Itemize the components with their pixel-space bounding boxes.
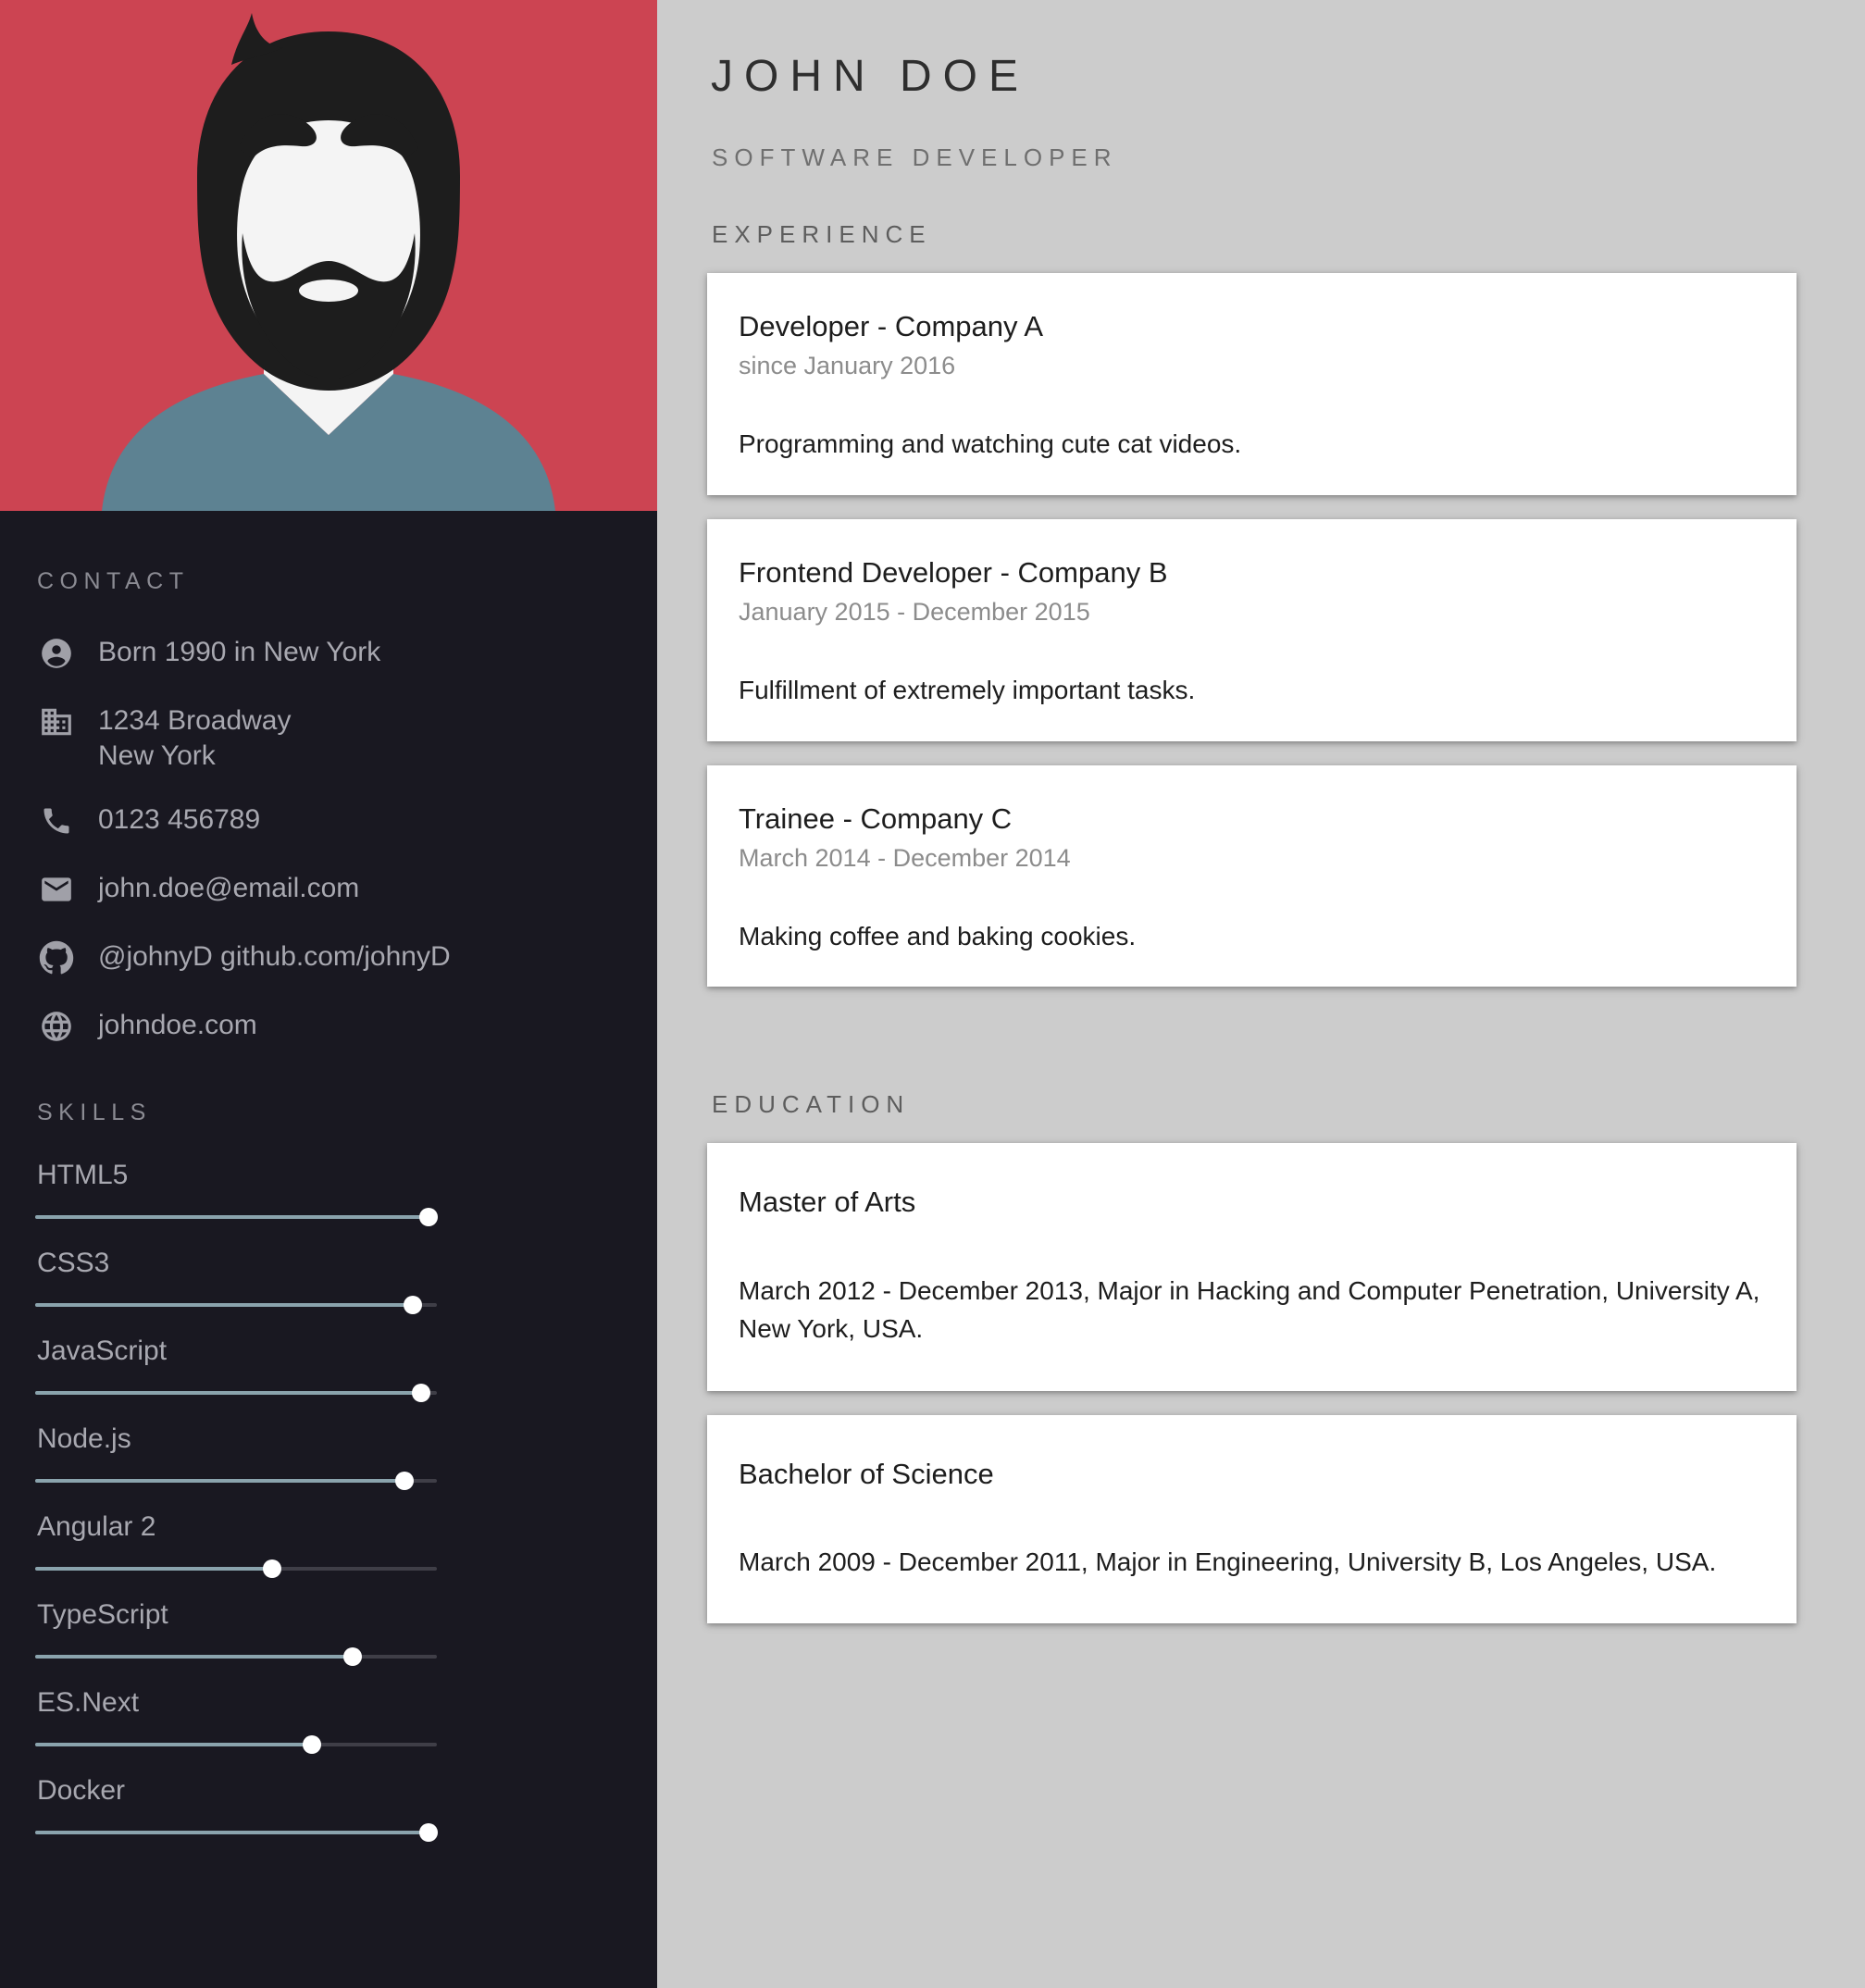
- skills-list: HTML5 CSS3 JavaScript Node.js Angular 2 …: [35, 1160, 622, 1843]
- contact-item-label: johndoe.com: [98, 1010, 257, 1041]
- skill-slider[interactable]: [35, 1207, 439, 1227]
- slider-thumb[interactable]: [263, 1559, 282, 1579]
- experience-title: Developer - Company A: [739, 310, 1044, 342]
- slider-thumb[interactable]: [419, 1823, 439, 1843]
- contact-item-github: @johnyD github.com/johnyD: [35, 937, 622, 979]
- slider-fill: [35, 1831, 429, 1835]
- page-title: JOHN DOE: [711, 52, 1030, 101]
- slider-fill: [35, 1743, 313, 1747]
- skill-slider[interactable]: [35, 1734, 437, 1755]
- contact-item-label: john.doe@email.com: [98, 873, 360, 904]
- contact-item-label: @johnyD github.com/johnyD: [98, 941, 451, 973]
- slider-thumb[interactable]: [403, 1296, 422, 1315]
- contact-section-label: CONTACT: [37, 568, 190, 594]
- email-icon: [35, 868, 78, 911]
- skill-slider[interactable]: [35, 1559, 437, 1579]
- sidebar-body: CONTACT Born 1990 in New York 1234 Broad…: [0, 568, 657, 1843]
- experience-period: March 2014 - December 2014: [739, 843, 1071, 872]
- education-title: Master of Arts: [739, 1186, 916, 1219]
- skill-item: Node.js: [35, 1423, 622, 1491]
- skill-label: HTML5: [37, 1160, 129, 1191]
- phone-icon: [35, 800, 78, 842]
- skills-section-label: SKILLS: [37, 1100, 152, 1126]
- job-role-subtitle: SOFTWARE DEVELOPER: [712, 143, 1118, 171]
- education-section-label: EDUCATION: [712, 1090, 911, 1119]
- person-icon: [35, 632, 78, 675]
- experience-period: January 2015 - December 2015: [739, 598, 1090, 627]
- contact-item-birth: Born 1990 in New York: [35, 632, 622, 675]
- slider-fill: [35, 1567, 273, 1572]
- skill-item: Angular 2: [35, 1511, 622, 1579]
- contact-item-phone: 0123 456789: [35, 800, 622, 842]
- skill-label: JavaScript: [37, 1336, 168, 1367]
- slider-thumb[interactable]: [395, 1472, 415, 1491]
- building-icon: [35, 701, 78, 743]
- experience-list: Developer - Company A since January 2016…: [707, 273, 1797, 988]
- education-card: Bachelor of Science March 2009 - Decembe…: [707, 1414, 1797, 1624]
- skill-slider[interactable]: [35, 1295, 437, 1315]
- contact-item-email: john.doe@email.com: [35, 868, 622, 911]
- contact-item-label: Born 1990 in New York: [98, 637, 381, 667]
- contact-item-address: 1234 Broadway New York: [35, 701, 622, 774]
- experience-title: Frontend Developer - Company B: [739, 555, 1168, 589]
- skill-item: HTML5: [35, 1160, 622, 1227]
- skill-label: CSS3: [37, 1248, 110, 1279]
- slider-fill: [35, 1479, 405, 1484]
- skill-label: Node.js: [37, 1423, 131, 1455]
- skill-item: CSS3: [35, 1248, 622, 1315]
- experience-card: Developer - Company A since January 2016…: [707, 273, 1797, 495]
- github-icon: [35, 937, 78, 979]
- slider-thumb[interactable]: [411, 1384, 430, 1403]
- main-content: JOHN DOE SOFTWARE DEVELOPER EXPERIENCE D…: [657, 0, 1865, 1988]
- skill-label: Angular 2: [37, 1511, 156, 1543]
- education-card: Master of Arts March 2012 - December 201…: [707, 1143, 1797, 1391]
- skill-label: Docker: [37, 1775, 126, 1807]
- skill-label: ES.Next: [37, 1687, 140, 1719]
- skill-slider[interactable]: [35, 1646, 437, 1667]
- experience-description: Programming and watching cute cat videos…: [739, 429, 1242, 459]
- education-block: EDUCATION Master of Arts March 2012 - De…: [707, 1090, 1797, 1624]
- experience-card: Frontend Developer - Company B January 2…: [707, 518, 1797, 741]
- education-list: Master of Arts March 2012 - December 201…: [707, 1143, 1797, 1624]
- experience-section-label: EXPERIENCE: [712, 220, 932, 248]
- experience-description: Making coffee and baking cookies.: [739, 922, 1137, 951]
- education-title: Bachelor of Science: [739, 1457, 994, 1490]
- skill-item: TypeScript: [35, 1599, 622, 1667]
- experience-card: Trainee - Company C March 2014 - Decembe…: [707, 764, 1797, 988]
- skill-item: JavaScript: [35, 1336, 622, 1403]
- globe-icon: [35, 1005, 78, 1048]
- skill-slider[interactable]: [35, 1822, 439, 1843]
- slider-thumb[interactable]: [342, 1647, 362, 1667]
- skill-slider[interactable]: [35, 1383, 437, 1403]
- slider-fill: [35, 1655, 353, 1659]
- experience-title: Trainee - Company C: [739, 801, 1013, 835]
- sidebar: CONTACT Born 1990 in New York 1234 Broad…: [0, 0, 657, 1988]
- skill-label: TypeScript: [37, 1599, 168, 1631]
- slider-fill: [35, 1303, 413, 1308]
- contact-item-label: 0123 456789: [98, 804, 261, 836]
- skill-item: ES.Next: [35, 1687, 622, 1755]
- education-description: March 2012 - December 2013, Major in Hac…: [739, 1275, 1760, 1344]
- slider-thumb[interactable]: [419, 1208, 439, 1227]
- resume-page: CONTACT Born 1990 in New York 1234 Broad…: [0, 0, 1865, 1988]
- avatar-illustration: [0, 0, 657, 511]
- education-description: March 2009 - December 2011, Major in Eng…: [739, 1547, 1717, 1576]
- slider-fill: [35, 1215, 429, 1220]
- slider-thumb[interactable]: [303, 1735, 322, 1755]
- avatar: [0, 0, 657, 511]
- contact-item-label: 1234 Broadway New York: [98, 705, 292, 772]
- experience-description: Fulfillment of extremely important tasks…: [739, 676, 1196, 705]
- contact-list: Born 1990 in New York 1234 Broadway New …: [35, 632, 622, 1048]
- skill-slider[interactable]: [35, 1471, 437, 1491]
- skill-item: Docker: [35, 1775, 622, 1843]
- experience-period: since January 2016: [739, 352, 956, 380]
- contact-item-website: johndoe.com: [35, 1005, 622, 1048]
- slider-fill: [35, 1391, 421, 1396]
